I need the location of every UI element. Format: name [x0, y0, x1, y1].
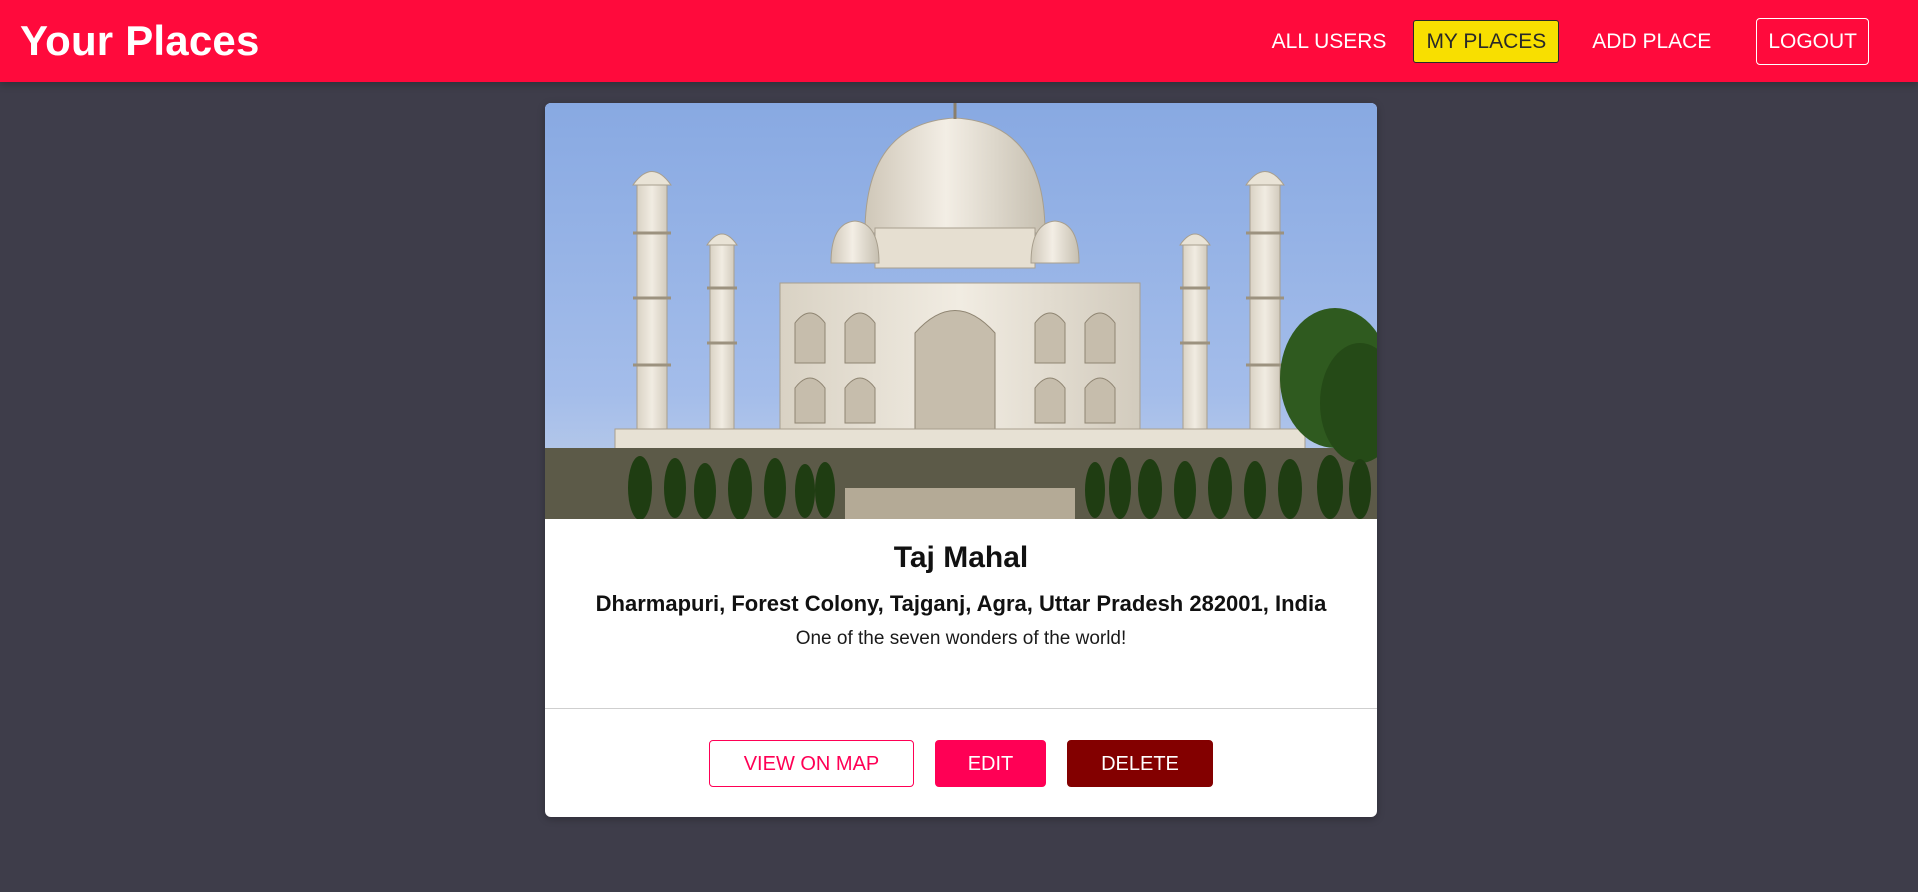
place-card: Taj Mahal Dharmapuri, Forest Colony, Taj… — [545, 103, 1377, 817]
nav-link-my-places[interactable]: MY PLACES — [1413, 19, 1560, 63]
view-on-map-button[interactable]: VIEW ON MAP — [709, 740, 914, 787]
card-divider — [545, 708, 1377, 709]
place-info: Taj Mahal Dharmapuri, Forest Colony, Taj… — [545, 519, 1377, 650]
logout-button[interactable]: LOGOUT — [1756, 17, 1869, 65]
edit-button[interactable]: EDIT — [935, 740, 1046, 787]
main-header: Your Places ALL USERS MY PLACES ADD PLAC… — [0, 0, 1918, 82]
place-address: Dharmapuri, Forest Colony, Tajganj, Agra… — [595, 590, 1327, 616]
place-description: One of the seven wonders of the world! — [795, 628, 1127, 650]
nav-link-all-users[interactable]: ALL USERS — [1259, 20, 1400, 63]
brand-title[interactable]: Your Places — [20, 17, 260, 65]
place-image — [545, 103, 1377, 519]
main-navigation: ALL USERS MY PLACES ADD PLACE LOGOUT — [1251, 0, 1898, 82]
taj-mahal-photo — [545, 103, 1377, 519]
place-actions: VIEW ON MAP EDIT DELETE — [545, 740, 1377, 787]
place-title: Taj Mahal — [893, 541, 1029, 574]
nav-link-add-place[interactable]: ADD PLACE — [1579, 20, 1724, 63]
delete-button[interactable]: DELETE — [1067, 740, 1213, 787]
